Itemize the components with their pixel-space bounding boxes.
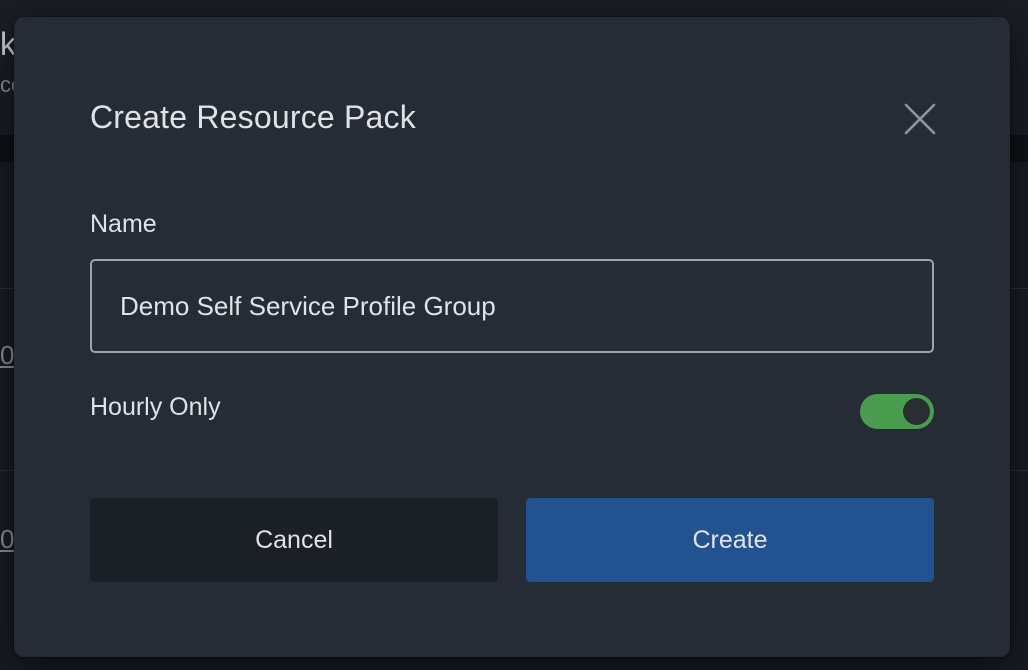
close-icon bbox=[904, 103, 936, 135]
name-label: Name bbox=[90, 210, 157, 238]
create-resource-pack-dialog: Create Resource Pack Name Hourly Only Ca… bbox=[14, 17, 1010, 657]
create-button[interactable]: Create bbox=[526, 498, 934, 582]
dialog-title: Create Resource Pack bbox=[90, 99, 416, 135]
background-row-link-peek: 0 bbox=[0, 340, 15, 370]
toggle-knob bbox=[903, 398, 930, 425]
name-input[interactable] bbox=[90, 259, 934, 353]
close-button[interactable] bbox=[900, 99, 940, 139]
cancel-button[interactable]: Cancel bbox=[90, 498, 498, 582]
hourly-only-label: Hourly Only bbox=[90, 393, 221, 421]
hourly-only-toggle[interactable] bbox=[860, 394, 934, 429]
